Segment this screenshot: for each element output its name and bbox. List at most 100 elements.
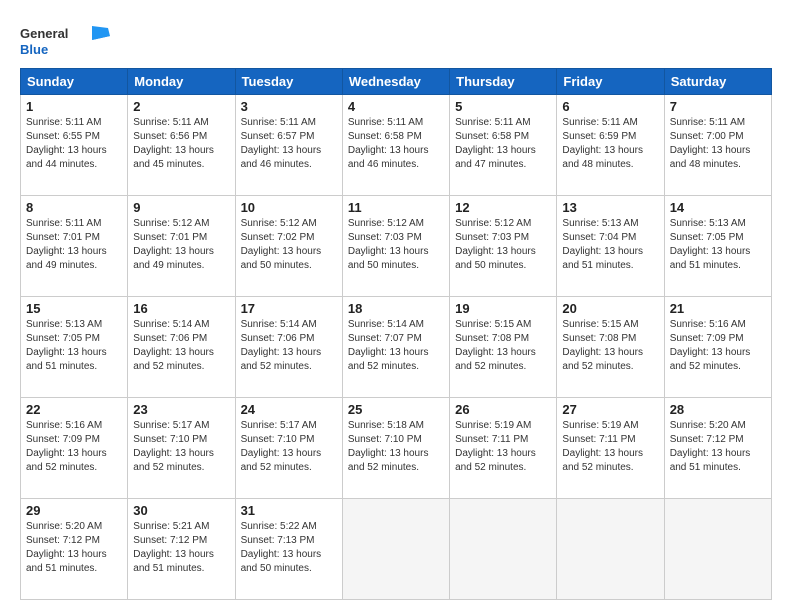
- day-number: 30: [133, 503, 229, 518]
- day-info: Sunrise: 5:11 AMSunset: 6:55 PMDaylight:…: [26, 116, 122, 172]
- day-info: Sunrise: 5:20 AMSunset: 7:12 PMDaylight:…: [26, 520, 122, 576]
- day-number: 18: [348, 301, 444, 316]
- col-header-saturday: Saturday: [664, 69, 771, 95]
- day-number: 1: [26, 99, 122, 114]
- col-header-sunday: Sunday: [21, 69, 128, 95]
- day-info: Sunrise: 5:11 AMSunset: 6:57 PMDaylight:…: [241, 116, 337, 172]
- calendar-cell: 27 Sunrise: 5:19 AMSunset: 7:11 PMDayligh…: [557, 398, 664, 499]
- calendar-cell: 20 Sunrise: 5:15 AMSunset: 7:08 PMDayligh…: [557, 297, 664, 398]
- calendar-cell: 18 Sunrise: 5:14 AMSunset: 7:07 PMDayligh…: [342, 297, 449, 398]
- calendar-cell: [342, 499, 449, 600]
- day-number: 22: [26, 402, 122, 417]
- day-number: 17: [241, 301, 337, 316]
- week-row-4: 22Sunrise: 5:16 AMSunset: 7:09 PMDayligh…: [21, 398, 772, 499]
- calendar-cell: [450, 499, 557, 600]
- calendar-cell: 5 Sunrise: 5:11 AMSunset: 6:58 PMDaylight…: [450, 95, 557, 196]
- calendar-cell: 9 Sunrise: 5:12 AMSunset: 7:01 PMDaylight…: [128, 196, 235, 297]
- day-info: Sunrise: 5:14 AMSunset: 7:07 PMDaylight:…: [348, 318, 444, 374]
- calendar-cell: 7 Sunrise: 5:11 AMSunset: 7:00 PMDaylight…: [664, 95, 771, 196]
- day-number: 11: [348, 200, 444, 215]
- day-number: 23: [133, 402, 229, 417]
- day-number: 15: [26, 301, 122, 316]
- day-number: 3: [241, 99, 337, 114]
- day-number: 21: [670, 301, 766, 316]
- calendar-cell: 23 Sunrise: 5:17 AMSunset: 7:10 PMDayligh…: [128, 398, 235, 499]
- day-info: Sunrise: 5:13 AMSunset: 7:05 PMDaylight:…: [670, 217, 766, 273]
- day-number: 19: [455, 301, 551, 316]
- day-info: Sunrise: 5:12 AMSunset: 7:01 PMDaylight:…: [133, 217, 229, 273]
- day-number: 4: [348, 99, 444, 114]
- header: General Blue: [20, 18, 772, 60]
- day-number: 8: [26, 200, 122, 215]
- calendar-cell: [557, 499, 664, 600]
- calendar-cell: 3 Sunrise: 5:11 AMSunset: 6:57 PMDaylight…: [235, 95, 342, 196]
- calendar-cell: 31 Sunrise: 5:22 AMSunset: 7:13 PMDayligh…: [235, 499, 342, 600]
- calendar-table: SundayMondayTuesdayWednesdayThursdayFrid…: [20, 68, 772, 600]
- day-number: 26: [455, 402, 551, 417]
- day-info: Sunrise: 5:11 AMSunset: 6:58 PMDaylight:…: [455, 116, 551, 172]
- calendar-cell: 17 Sunrise: 5:14 AMSunset: 7:06 PMDayligh…: [235, 297, 342, 398]
- day-info: Sunrise: 5:11 AMSunset: 6:59 PMDaylight:…: [562, 116, 658, 172]
- day-info: Sunrise: 5:14 AMSunset: 7:06 PMDaylight:…: [241, 318, 337, 374]
- day-number: 27: [562, 402, 658, 417]
- day-info: Sunrise: 5:11 AMSunset: 6:56 PMDaylight:…: [133, 116, 229, 172]
- day-info: Sunrise: 5:21 AMSunset: 7:12 PMDaylight:…: [133, 520, 229, 576]
- calendar-cell: 13 Sunrise: 5:13 AMSunset: 7:04 PMDayligh…: [557, 196, 664, 297]
- day-number: 25: [348, 402, 444, 417]
- calendar-cell: 29 Sunrise: 5:20 AMSunset: 7:12 PMDayligh…: [21, 499, 128, 600]
- day-info: Sunrise: 5:16 AMSunset: 7:09 PMDaylight:…: [670, 318, 766, 374]
- day-info: Sunrise: 5:17 AMSunset: 7:10 PMDaylight:…: [133, 419, 229, 475]
- calendar-cell: 6 Sunrise: 5:11 AMSunset: 6:59 PMDaylight…: [557, 95, 664, 196]
- day-number: 2: [133, 99, 229, 114]
- calendar-cell: 25Sunrise: 5:18 AMSunset: 7:10 PMDayligh…: [342, 398, 449, 499]
- calendar-cell: 10 Sunrise: 5:12 AMSunset: 7:02 PMDayligh…: [235, 196, 342, 297]
- day-info: Sunrise: 5:11 AMSunset: 7:00 PMDaylight:…: [670, 116, 766, 172]
- day-number: 31: [241, 503, 337, 518]
- calendar-cell: 30 Sunrise: 5:21 AMSunset: 7:12 PMDayligh…: [128, 499, 235, 600]
- day-number: 16: [133, 301, 229, 316]
- day-info: Sunrise: 5:15 AMSunset: 7:08 PMDaylight:…: [562, 318, 658, 374]
- calendar-cell: 8Sunrise: 5:11 AMSunset: 7:01 PMDaylight…: [21, 196, 128, 297]
- calendar-cell: 24Sunrise: 5:17 AMSunset: 7:10 PMDayligh…: [235, 398, 342, 499]
- day-info: Sunrise: 5:19 AMSunset: 7:11 PMDaylight:…: [562, 419, 658, 475]
- calendar-cell: 11 Sunrise: 5:12 AMSunset: 7:03 PMDayligh…: [342, 196, 449, 297]
- day-info: Sunrise: 5:13 AMSunset: 7:04 PMDaylight:…: [562, 217, 658, 273]
- day-number: 29: [26, 503, 122, 518]
- day-number: 13: [562, 200, 658, 215]
- calendar-cell: 19 Sunrise: 5:15 AMSunset: 7:08 PMDayligh…: [450, 297, 557, 398]
- day-info: Sunrise: 5:13 AMSunset: 7:05 PMDaylight:…: [26, 318, 122, 374]
- day-info: Sunrise: 5:15 AMSunset: 7:08 PMDaylight:…: [455, 318, 551, 374]
- col-header-monday: Monday: [128, 69, 235, 95]
- day-number: 28: [670, 402, 766, 417]
- calendar-cell: 22Sunrise: 5:16 AMSunset: 7:09 PMDayligh…: [21, 398, 128, 499]
- day-number: 7: [670, 99, 766, 114]
- day-info: Sunrise: 5:20 AMSunset: 7:12 PMDaylight:…: [670, 419, 766, 475]
- day-number: 5: [455, 99, 551, 114]
- week-row-2: 8Sunrise: 5:11 AMSunset: 7:01 PMDaylight…: [21, 196, 772, 297]
- calendar-cell: 15 Sunrise: 5:13 AMSunset: 7:05 PMDayligh…: [21, 297, 128, 398]
- page: General Blue SundayMondayTuesdayWednesda…: [0, 0, 792, 612]
- logo-svg: General Blue: [20, 18, 120, 60]
- logo: General Blue: [20, 18, 120, 60]
- calendar-cell: 16 Sunrise: 5:14 AMSunset: 7:06 PMDayligh…: [128, 297, 235, 398]
- day-number: 9: [133, 200, 229, 215]
- col-header-thursday: Thursday: [450, 69, 557, 95]
- calendar-cell: [664, 499, 771, 600]
- calendar-cell: 14Sunrise: 5:13 AMSunset: 7:05 PMDayligh…: [664, 196, 771, 297]
- day-info: Sunrise: 5:22 AMSunset: 7:13 PMDaylight:…: [241, 520, 337, 576]
- day-number: 20: [562, 301, 658, 316]
- calendar-cell: 2 Sunrise: 5:11 AMSunset: 6:56 PMDaylight…: [128, 95, 235, 196]
- week-row-3: 15 Sunrise: 5:13 AMSunset: 7:05 PMDayligh…: [21, 297, 772, 398]
- day-info: Sunrise: 5:12 AMSunset: 7:02 PMDaylight:…: [241, 217, 337, 273]
- day-info: Sunrise: 5:12 AMSunset: 7:03 PMDaylight:…: [348, 217, 444, 273]
- calendar-cell: 21 Sunrise: 5:16 AMSunset: 7:09 PMDayligh…: [664, 297, 771, 398]
- day-number: 12: [455, 200, 551, 215]
- day-number: 10: [241, 200, 337, 215]
- day-info: Sunrise: 5:11 AMSunset: 6:58 PMDaylight:…: [348, 116, 444, 172]
- col-header-friday: Friday: [557, 69, 664, 95]
- calendar-cell: 12Sunrise: 5:12 AMSunset: 7:03 PMDayligh…: [450, 196, 557, 297]
- day-number: 6: [562, 99, 658, 114]
- calendar-cell: 28 Sunrise: 5:20 AMSunset: 7:12 PMDayligh…: [664, 398, 771, 499]
- day-info: Sunrise: 5:14 AMSunset: 7:06 PMDaylight:…: [133, 318, 229, 374]
- col-header-tuesday: Tuesday: [235, 69, 342, 95]
